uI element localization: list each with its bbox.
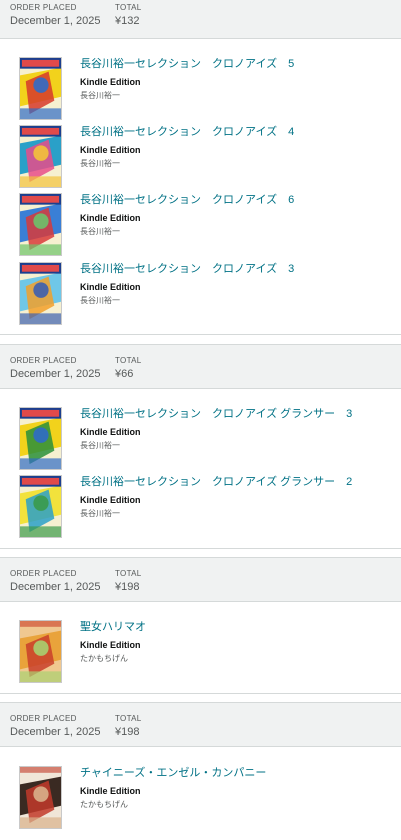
- item-format: Kindle Edition: [80, 640, 141, 650]
- item-format: Kindle Edition: [80, 77, 141, 87]
- item-format: Kindle Edition: [80, 213, 141, 223]
- cover-art: [20, 263, 61, 324]
- order-total-label: TOTAL: [115, 356, 142, 365]
- orders-list: ORDER PLACED December 1, 2025 TOTAL ¥132…: [0, 0, 401, 840]
- order-item: 長谷川裕一セレクション クロノアイズ 4 Kindle Edition 長谷川裕…: [0, 125, 401, 193]
- book-cover[interactable]: [19, 193, 62, 256]
- order-item: 長谷川裕一セレクション クロノアイズ 5 Kindle Edition 長谷川裕…: [0, 57, 401, 125]
- item-title-link[interactable]: 長谷川裕一セレクション クロノアイズ グランサー 2: [80, 475, 352, 489]
- book-cover[interactable]: [19, 57, 62, 120]
- item-format: Kindle Edition: [80, 282, 141, 292]
- item-format: Kindle Edition: [80, 427, 141, 437]
- item-format: Kindle Edition: [80, 145, 141, 155]
- item-title-link[interactable]: 長谷川裕一セレクション クロノアイズ グランサー 3: [80, 407, 352, 421]
- cover-art: [20, 58, 61, 119]
- book-cover[interactable]: [19, 766, 62, 829]
- order-header: ORDER PLACED December 1, 2025 TOTAL ¥66: [0, 345, 401, 389]
- order-placed: ORDER PLACED December 1, 2025: [10, 355, 101, 382]
- item-title-link[interactable]: 聖女ハリマオ: [80, 620, 146, 634]
- order-placed: ORDER PLACED December 1, 2025: [10, 568, 101, 595]
- item-format: Kindle Edition: [80, 786, 141, 796]
- item-title-link[interactable]: 長谷川裕一セレクション クロノアイズ 5: [80, 57, 294, 71]
- order-placed-label: ORDER PLACED: [10, 569, 77, 578]
- order-placed-label: ORDER PLACED: [10, 714, 77, 723]
- item-author: たかもちげん: [80, 654, 128, 663]
- order-item: 長谷川裕一セレクション クロノアイズ 3 Kindle Edition 長谷川裕…: [0, 262, 401, 330]
- cover-art: [20, 476, 61, 537]
- order-total-label: TOTAL: [115, 569, 142, 578]
- order-card: ORDER PLACED December 1, 2025 TOTAL ¥132…: [0, 0, 401, 335]
- item-author: たかもちげん: [80, 800, 128, 809]
- cover-art: [20, 767, 61, 828]
- order-placed-label: ORDER PLACED: [10, 356, 77, 365]
- order-total-value: ¥198: [115, 726, 140, 738]
- order-item: 長谷川裕一セレクション クロノアイズ グランサー 2 Kindle Editio…: [0, 475, 401, 543]
- item-format: Kindle Edition: [80, 495, 141, 505]
- order-card: ORDER PLACED December 1, 2025 TOTAL ¥198…: [0, 702, 401, 840]
- order-total: TOTAL ¥132: [115, 2, 142, 29]
- item-author: 長谷川裕一: [80, 296, 120, 305]
- book-cover[interactable]: [19, 620, 62, 683]
- order-placed: ORDER PLACED December 1, 2025: [10, 713, 101, 740]
- cover-art: [20, 621, 61, 682]
- order-placed-date: December 1, 2025: [10, 581, 101, 593]
- order-header: ORDER PLACED December 1, 2025 TOTAL ¥132: [0, 0, 401, 39]
- cover-art: [20, 126, 61, 187]
- order-header: ORDER PLACED December 1, 2025 TOTAL ¥198: [0, 558, 401, 602]
- order-item: 長谷川裕一セレクション クロノアイズ 6 Kindle Edition 長谷川裕…: [0, 193, 401, 261]
- item-author: 長谷川裕一: [80, 509, 120, 518]
- order-card: ORDER PLACED December 1, 2025 TOTAL ¥198…: [0, 557, 401, 694]
- order-total: TOTAL ¥66: [115, 355, 142, 382]
- order-placed-label: ORDER PLACED: [10, 3, 77, 12]
- item-author: 長谷川裕一: [80, 159, 120, 168]
- book-cover[interactable]: [19, 262, 62, 325]
- order-total-label: TOTAL: [115, 3, 142, 12]
- order-total-value: ¥66: [115, 368, 134, 380]
- item-author: 長谷川裕一: [80, 227, 120, 236]
- order-item: 長谷川裕一セレクション クロノアイズ グランサー 3 Kindle Editio…: [0, 407, 401, 475]
- order-total-value: ¥132: [115, 15, 140, 27]
- cover-art: [20, 194, 61, 255]
- item-title-link[interactable]: 長谷川裕一セレクション クロノアイズ 4: [80, 125, 294, 139]
- order-total: TOTAL ¥198: [115, 568, 142, 595]
- order-card: ORDER PLACED December 1, 2025 TOTAL ¥66 …: [0, 344, 401, 549]
- order-item: 聖女ハリマオ Kindle Edition たかもちげん: [0, 620, 401, 688]
- order-header: ORDER PLACED December 1, 2025 TOTAL ¥198: [0, 703, 401, 747]
- order-total-value: ¥198: [115, 581, 140, 593]
- order-total-label: TOTAL: [115, 714, 142, 723]
- book-cover[interactable]: [19, 125, 62, 188]
- book-cover[interactable]: [19, 475, 62, 538]
- cover-art: [20, 408, 61, 469]
- book-cover[interactable]: [19, 407, 62, 470]
- order-placed: ORDER PLACED December 1, 2025: [10, 2, 101, 29]
- order-placed-date: December 1, 2025: [10, 368, 101, 380]
- item-author: 長谷川裕一: [80, 91, 120, 100]
- item-author: 長谷川裕一: [80, 441, 120, 450]
- order-placed-date: December 1, 2025: [10, 726, 101, 738]
- order-item: チャイニーズ・エンゼル・カンパニー Kindle Edition たかもちげん: [0, 766, 401, 834]
- order-total: TOTAL ¥198: [115, 713, 142, 740]
- item-title-link[interactable]: 長谷川裕一セレクション クロノアイズ 6: [80, 193, 294, 207]
- item-title-link[interactable]: チャイニーズ・エンゼル・カンパニー: [80, 766, 266, 780]
- item-title-link[interactable]: 長谷川裕一セレクション クロノアイズ 3: [80, 262, 294, 276]
- order-placed-date: December 1, 2025: [10, 15, 101, 27]
